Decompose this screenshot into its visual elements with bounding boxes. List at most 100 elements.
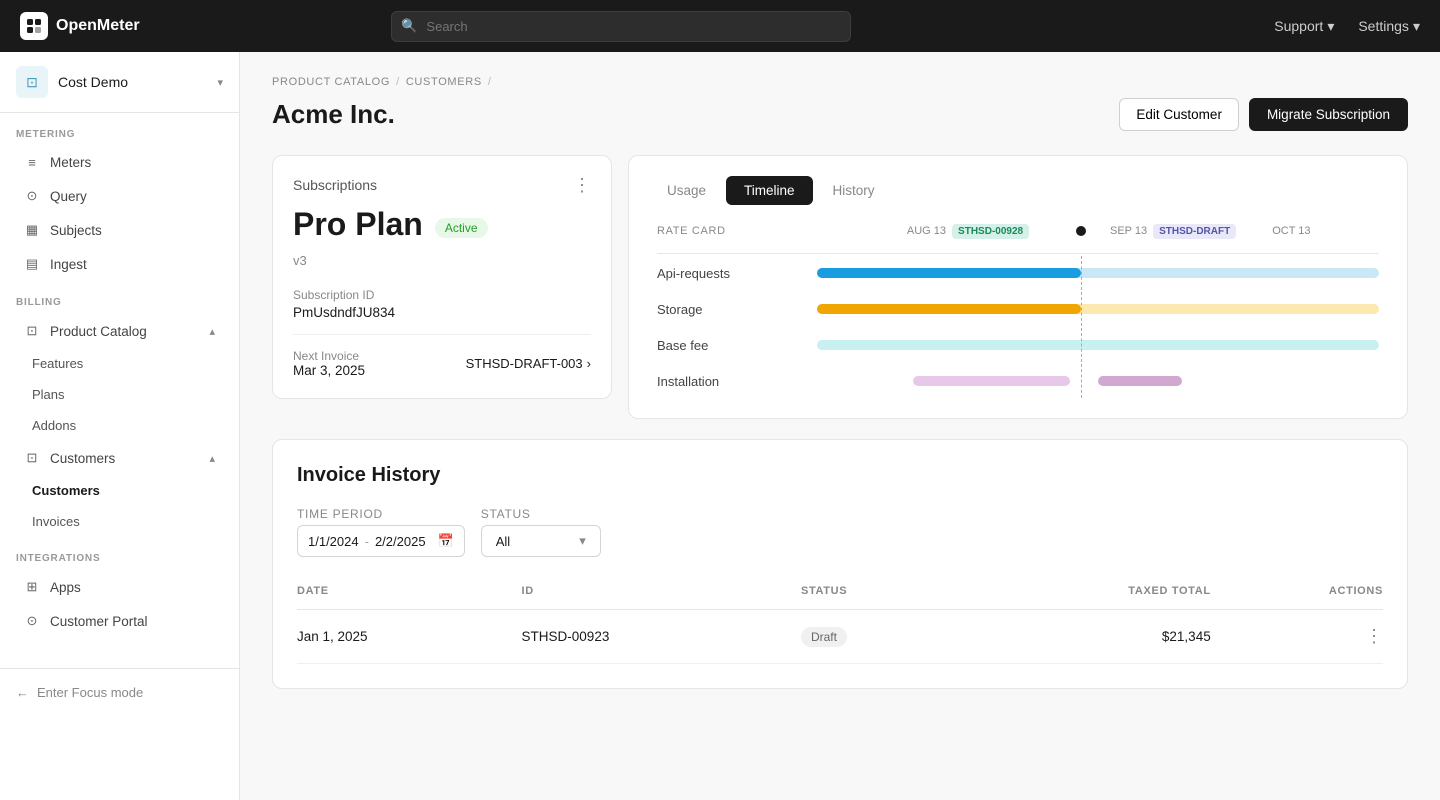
org-selector[interactable]: ⊡ Cost Demo ▾ — [0, 52, 239, 113]
customers-icon: ⊡ — [24, 450, 40, 466]
status-value: All — [496, 534, 510, 549]
ingest-icon: ▤ — [24, 256, 40, 272]
row-actions[interactable]: ⋮ — [1211, 610, 1383, 664]
chevron-down-icon: ▾ — [1327, 18, 1334, 35]
row-more-button[interactable]: ⋮ — [1365, 626, 1383, 647]
arrow-right-icon: › — [587, 356, 591, 371]
product-catalog-label: Product Catalog — [50, 324, 147, 339]
logo[interactable]: OpenMeter — [20, 12, 180, 40]
focus-mode-label: Enter Focus mode — [37, 685, 143, 700]
support-button[interactable]: Support ▾ — [1274, 18, 1334, 35]
subscription-more-button[interactable]: ⋮ — [573, 176, 591, 194]
focus-mode-button[interactable]: ← Enter Focus mode — [16, 685, 223, 700]
sidebar-item-ingest[interactable]: ▤ Ingest — [8, 248, 231, 280]
subscription-card: Subscriptions ⋮ Pro Plan Active v3 Subsc… — [272, 155, 612, 399]
date-range-dash: - — [365, 534, 369, 549]
install-bar-2 — [1098, 376, 1182, 386]
product-catalog-icon: ⊡ — [24, 323, 40, 339]
filter-row: TIME PERIOD 1/1/2024 - 2/2/2025 📅 STATUS… — [297, 507, 1383, 557]
api-requests-row: Api-requests — [657, 262, 1379, 284]
subscriptions-label: Subscriptions — [293, 177, 377, 193]
meters-icon: ≡ — [24, 155, 40, 170]
tab-timeline[interactable]: Timeline — [726, 176, 813, 205]
storage-label: Storage — [657, 302, 817, 317]
col-total: TAXED TOTAL — [948, 577, 1210, 610]
calendar-icon: 📅 — [438, 533, 454, 549]
customer-portal-icon: ⊙ — [24, 613, 40, 629]
sidebar-item-subjects[interactable]: ▦ Subjects — [8, 214, 231, 246]
sidebar-item-meters[interactable]: ≡ Meters — [8, 147, 231, 178]
search-icon: 🔍 — [401, 18, 417, 34]
row-total: $21,345 — [948, 610, 1210, 664]
sidebar-item-addons[interactable]: Addons — [32, 411, 231, 440]
plan-version: v3 — [293, 253, 591, 268]
rate-card-col-label: RATE CARD — [657, 225, 817, 237]
customers-label: Customers — [50, 451, 115, 466]
tab-history[interactable]: History — [815, 176, 893, 205]
sidebar-item-customers-sub[interactable]: Customers — [32, 476, 231, 505]
from-date: 1/1/2024 — [308, 534, 359, 549]
invoice-table: DATE ID STATUS TAXED TOTAL ACTIONS Jan 1… — [297, 577, 1383, 664]
breadcrumb-product-catalog[interactable]: PRODUCT CATALOG — [272, 76, 390, 88]
to-date: 2/2/2025 — [375, 534, 426, 549]
billing-section-label: BILLING — [0, 281, 239, 314]
apps-icon: ⊞ — [24, 579, 40, 595]
subscription-id-field: Subscription ID PmUsdndfJU834 — [293, 288, 591, 320]
col-actions: ACTIONS — [1211, 577, 1383, 610]
table-row: Jan 1, 2025 STHSD-00923 Draft $21,345 ⋮ — [297, 610, 1383, 664]
sep-badge: STHSD-DRAFT — [1153, 224, 1236, 239]
customer-portal-label: Customer Portal — [50, 614, 148, 629]
breadcrumb: PRODUCT CATALOG / CUSTOMERS / — [272, 76, 1408, 88]
subjects-label: Subjects — [50, 223, 102, 238]
next-invoice-date: Mar 3, 2025 — [293, 363, 365, 378]
base-fee-label: Base fee — [657, 338, 817, 353]
integrations-section-label: INTEGRATIONS — [0, 537, 239, 570]
sidebar-item-features[interactable]: Features — [32, 349, 231, 378]
breadcrumb-sep-2: / — [488, 76, 492, 88]
meters-label: Meters — [50, 155, 91, 170]
sidebar-item-apps[interactable]: ⊞ Apps — [8, 571, 231, 603]
sidebar-item-plans[interactable]: Plans — [32, 380, 231, 409]
customers-sub-label: Customers — [32, 483, 100, 498]
apps-label: Apps — [50, 580, 81, 595]
date-range-picker[interactable]: 1/1/2024 - 2/2/2025 📅 — [297, 525, 465, 557]
migrate-subscription-button[interactable]: Migrate Subscription — [1249, 98, 1408, 131]
page-header: Acme Inc. Edit Customer Migrate Subscrip… — [272, 98, 1408, 131]
sidebar-item-invoices[interactable]: Invoices — [32, 507, 231, 536]
settings-button[interactable]: Settings ▾ — [1358, 18, 1420, 35]
time-period-label: TIME PERIOD — [297, 507, 465, 521]
collapse-icon: ▴ — [209, 325, 215, 338]
row-id: STHSD-00923 — [522, 610, 801, 664]
aug-badge: STHSD-00928 — [952, 224, 1029, 239]
org-icon: ⊡ — [16, 66, 48, 98]
timeline-chart: RATE CARD AUG 13 STHSD-00928 SEP 1 — [649, 225, 1387, 392]
status-select[interactable]: All ▾ — [481, 525, 601, 557]
sidebar-item-product-catalog[interactable]: ⊡ Product Catalog ▴ — [8, 315, 231, 347]
sidebar-item-customers[interactable]: ⊡ Customers ▴ — [8, 442, 231, 474]
breadcrumb-customers[interactable]: CUSTOMERS — [406, 76, 482, 88]
subscription-row: Subscriptions ⋮ Pro Plan Active v3 Subsc… — [272, 155, 1408, 419]
search-input[interactable] — [391, 11, 851, 42]
timeline-card: Usage Timeline History RATE CARD AUG 13 … — [628, 155, 1408, 419]
tab-usage[interactable]: Usage — [649, 176, 724, 205]
col-id: ID — [522, 577, 801, 610]
status-chevron-icon: ▾ — [579, 533, 586, 549]
status-filter: STATUS All ▾ — [481, 507, 601, 557]
top-navigation: OpenMeter 🔍 Support ▾ Settings ▾ — [0, 0, 1440, 52]
invoices-label: Invoices — [32, 514, 80, 529]
org-name: Cost Demo — [58, 74, 207, 90]
next-invoice-label: Next Invoice — [293, 349, 365, 363]
invoice-link[interactable]: STHSD-DRAFT-003 › — [466, 356, 591, 371]
sidebar-item-customer-portal[interactable]: ⊙ Customer Portal — [8, 605, 231, 637]
basefee-bar-bg — [817, 340, 1379, 350]
sidebar-item-query[interactable]: ⊙ Query — [8, 180, 231, 212]
col-status: STATUS — [801, 577, 948, 610]
org-chevron-icon: ▾ — [217, 76, 223, 89]
storage-bar-solid — [817, 304, 1081, 314]
tabs-row: Usage Timeline History — [649, 176, 1387, 205]
edit-customer-button[interactable]: Edit Customer — [1119, 98, 1239, 131]
subjects-icon: ▦ — [24, 222, 40, 238]
arrow-left-icon: ← — [16, 685, 29, 700]
subscription-id-value: PmUsdndfJU834 — [293, 305, 591, 320]
topnav-right: Support ▾ Settings ▾ — [1274, 18, 1420, 35]
